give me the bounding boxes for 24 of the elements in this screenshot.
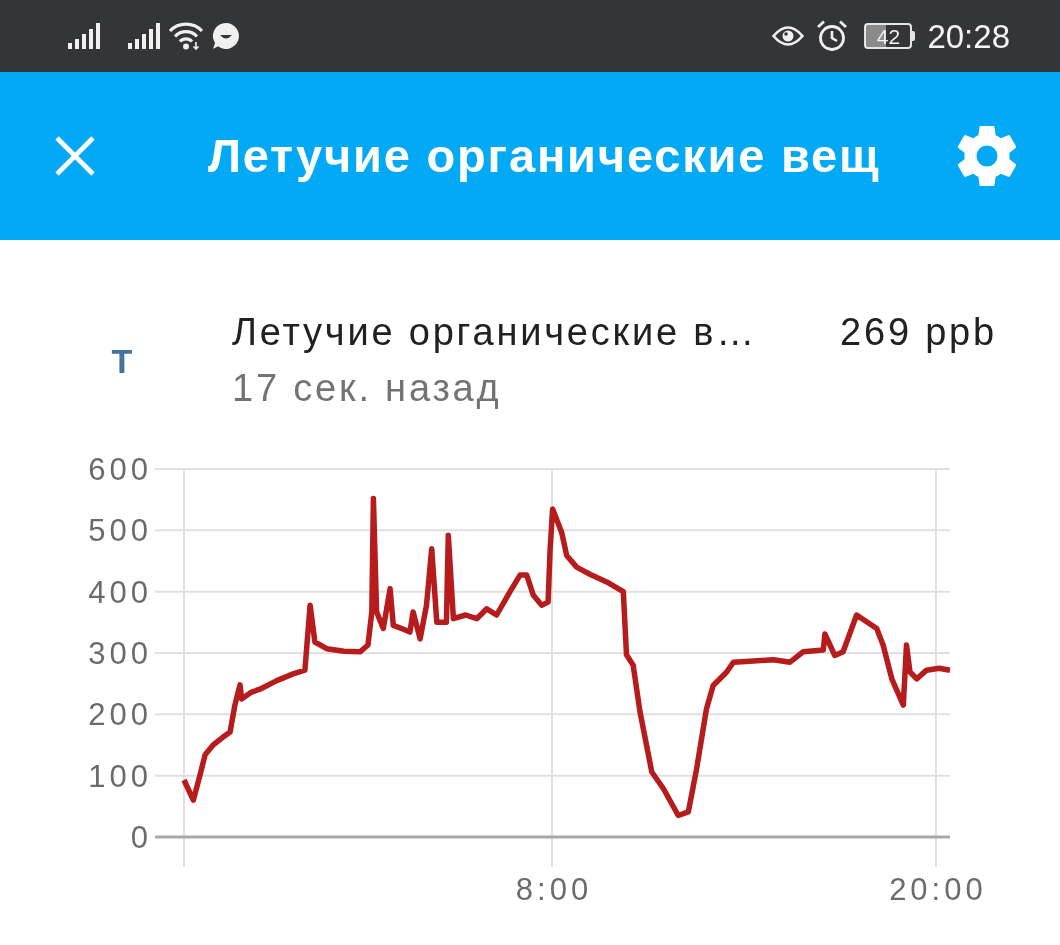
y-axis-tick-label: 0 <box>130 820 152 856</box>
close-icon <box>55 136 95 176</box>
alarm-clock-icon <box>816 20 849 52</box>
signal-icon <box>128 23 160 49</box>
last-changed-time: 17 сек. назад <box>232 365 503 411</box>
entity-state: 269 ppb <box>840 310 997 355</box>
chat-bubble-icon <box>212 22 240 50</box>
y-axis-tick-label: 600 <box>88 452 152 488</box>
entity-name: Летучие органические в… <box>232 310 758 355</box>
y-axis-tick-label: 500 <box>88 513 152 549</box>
y-axis-tick-label: 300 <box>88 636 152 672</box>
y-axis-tick-label: 400 <box>88 574 152 610</box>
signal-icon <box>68 23 100 49</box>
status-time: 20:28 <box>927 19 1010 53</box>
entity-icon-letter: T <box>110 343 134 378</box>
dialog-title: Летучие органические вещ <box>208 130 882 182</box>
x-axis-tick-label: 8:00 <box>515 872 593 908</box>
eye-icon <box>772 25 805 47</box>
wifi-icon <box>168 22 204 50</box>
battery-indicator: 42 <box>864 23 916 49</box>
settings-icon <box>957 126 1017 186</box>
x-axis-tick-label: 20:00 <box>889 872 987 908</box>
y-axis-tick-label: 200 <box>88 697 152 733</box>
y-axis-tick-label: 100 <box>88 758 152 794</box>
